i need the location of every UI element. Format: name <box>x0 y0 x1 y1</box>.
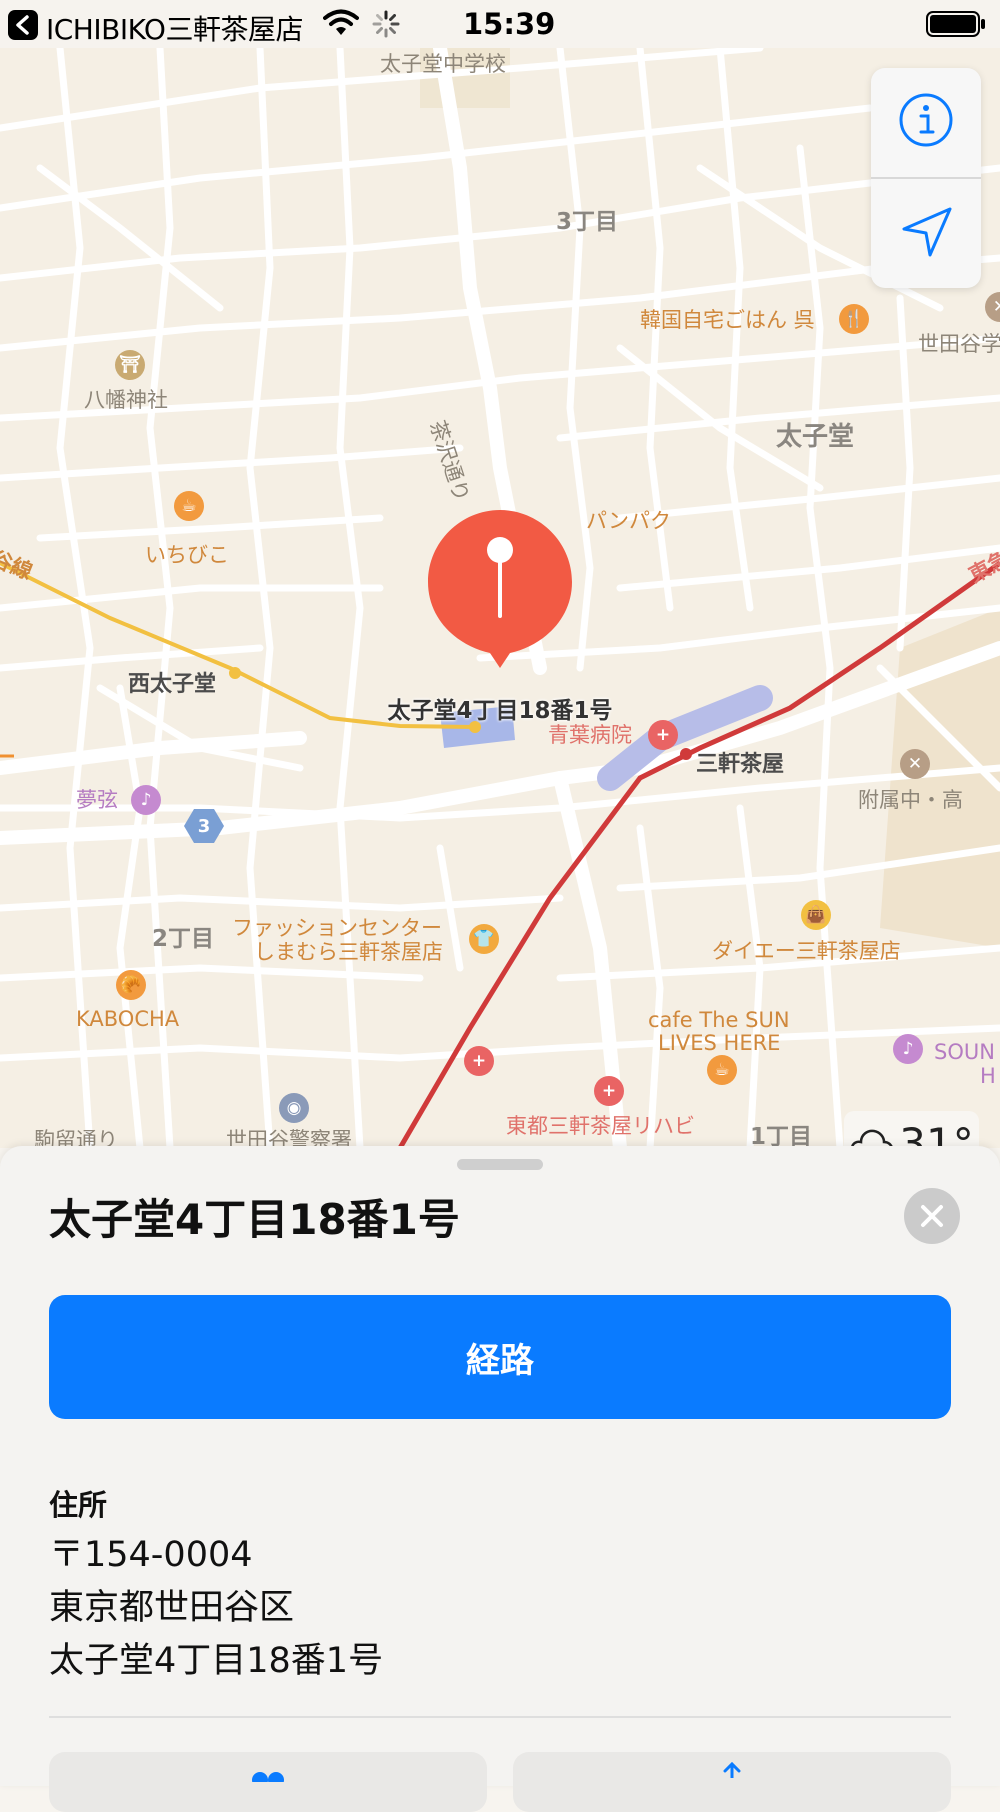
label-aoba-hospital[interactable]: 青葉病院 <box>548 725 632 746</box>
hospital-icon[interactable]: + <box>594 1076 624 1106</box>
map-view[interactable]: ⛩ ☕ 🍴 ✕ + ✕ ♪ 👕 👜 🥐 ☕ + + ◉ ♪ 3 太子堂中学校 3… <box>0 48 1000 1148</box>
label-fuzoku-school[interactable]: 附属中・高 <box>858 790 963 811</box>
bakery-icon[interactable]: 🥐 <box>116 970 146 1000</box>
label-yawata-shrine[interactable]: 八幡神社 <box>84 390 168 411</box>
cafe-icon[interactable]: ☕ <box>707 1055 737 1085</box>
label-ichibiko[interactable]: いちびこ <box>145 545 229 566</box>
label-mugen[interactable]: 夢弦 <box>76 790 118 811</box>
label-sound-2[interactable]: H <box>980 1066 996 1087</box>
status-bar: ICHIBIKO三軒茶屋店 15:39 <box>0 0 1000 48</box>
back-app-name[interactable]: ICHIBIKO三軒茶屋店 <box>46 8 303 48</box>
map-controls <box>871 68 981 288</box>
label-fashion-center-2[interactable]: しまむら三軒茶屋店 <box>254 942 443 963</box>
controls-divider <box>871 177 981 179</box>
close-icon <box>921 1205 943 1227</box>
action-button-left[interactable] <box>49 1752 487 1812</box>
place-title: 太子堂4丁目18番1号 <box>49 1195 460 1244</box>
address-heading: 住所 <box>49 1488 108 1522</box>
battery-icon <box>926 11 985 37</box>
label-2-chome: 2丁目 <box>152 926 215 952</box>
sheet-grabber[interactable] <box>457 1159 543 1170</box>
music-icon[interactable]: ♪ <box>893 1034 923 1064</box>
label-daiei[interactable]: ダイエー三軒茶屋店 <box>712 941 901 962</box>
temperature: 31° <box>899 1118 974 1149</box>
label-3-chome: 3丁目 <box>556 209 619 235</box>
place-detail-sheet: 太子堂4丁目18番1号 経路 住所 〒154-0004 東京都世田谷区 太子堂4… <box>0 1146 1000 1812</box>
directions-button[interactable]: 経路 <box>49 1295 951 1419</box>
back-to-app-button[interactable] <box>8 10 38 40</box>
close-button[interactable] <box>904 1188 960 1244</box>
label-taishido: 太子堂 <box>776 422 855 452</box>
label-panpaku[interactable]: パンパク <box>586 511 671 532</box>
label-setagaya-school[interactable]: 世田谷学 <box>918 334 1000 355</box>
label-cafe-sun-1[interactable]: cafe The SUN <box>648 1010 790 1031</box>
label-rehab-hospital[interactable]: 東都三軒茶屋リハビ <box>506 1116 695 1137</box>
cloud-icon <box>850 1129 894 1148</box>
clothing-store-icon[interactable]: 👕 <box>469 924 499 954</box>
pin-address-label: 太子堂4丁目18番1号 <box>387 698 613 724</box>
share-icon <box>723 1762 741 1778</box>
label-fashion-center-1[interactable]: ファッションセンター <box>232 918 442 939</box>
address-postal-code: 〒154-0004 <box>49 1535 253 1575</box>
info-icon[interactable] <box>897 91 955 149</box>
restaurant-icon[interactable]: 🍴 <box>839 304 869 334</box>
police-icon[interactable]: ◉ <box>279 1093 309 1123</box>
shopping-bag-icon[interactable]: 👜 <box>801 900 831 930</box>
label-nishi-taishido-station[interactable]: 西太子堂 <box>128 674 216 696</box>
wifi-icon <box>323 9 359 35</box>
label-sangenjaya-station[interactable]: 三軒茶屋 <box>696 754 784 776</box>
label-sound-1[interactable]: SOUN <box>934 1042 995 1063</box>
dropped-pin-marker[interactable] <box>426 508 574 693</box>
contacts-icon <box>252 1772 284 1782</box>
current-location-icon[interactable] <box>898 203 956 261</box>
sheet-divider <box>49 1716 951 1718</box>
loading-spinner-icon <box>372 10 400 38</box>
label-cafe-sun-2[interactable]: LIVES HERE <box>658 1033 780 1054</box>
cafe-icon[interactable]: ☕ <box>174 491 204 521</box>
address-street: 太子堂4丁目18番1号 <box>49 1641 384 1681</box>
label-taishido-jhs[interactable]: 太子堂中学校 <box>380 54 506 75</box>
address-city: 東京都世田谷区 <box>49 1588 295 1628</box>
hospital-icon[interactable]: + <box>464 1046 494 1076</box>
shrine-icon[interactable]: ⛩ <box>115 350 145 380</box>
weather-badge: 31° <box>844 1111 979 1148</box>
label-korean-restaurant[interactable]: 韓国自宅ごはん 呉 <box>640 310 815 331</box>
action-button-right[interactable] <box>513 1752 951 1812</box>
status-time: 15:39 <box>463 7 556 41</box>
music-icon[interactable]: ♪ <box>131 785 161 815</box>
chevron-left-icon <box>16 15 29 35</box>
label-1-chome: 1丁目 <box>750 1124 813 1149</box>
label-kabocha[interactable]: KABOCHA <box>76 1009 179 1030</box>
school-icon[interactable]: ✕ <box>900 749 930 779</box>
